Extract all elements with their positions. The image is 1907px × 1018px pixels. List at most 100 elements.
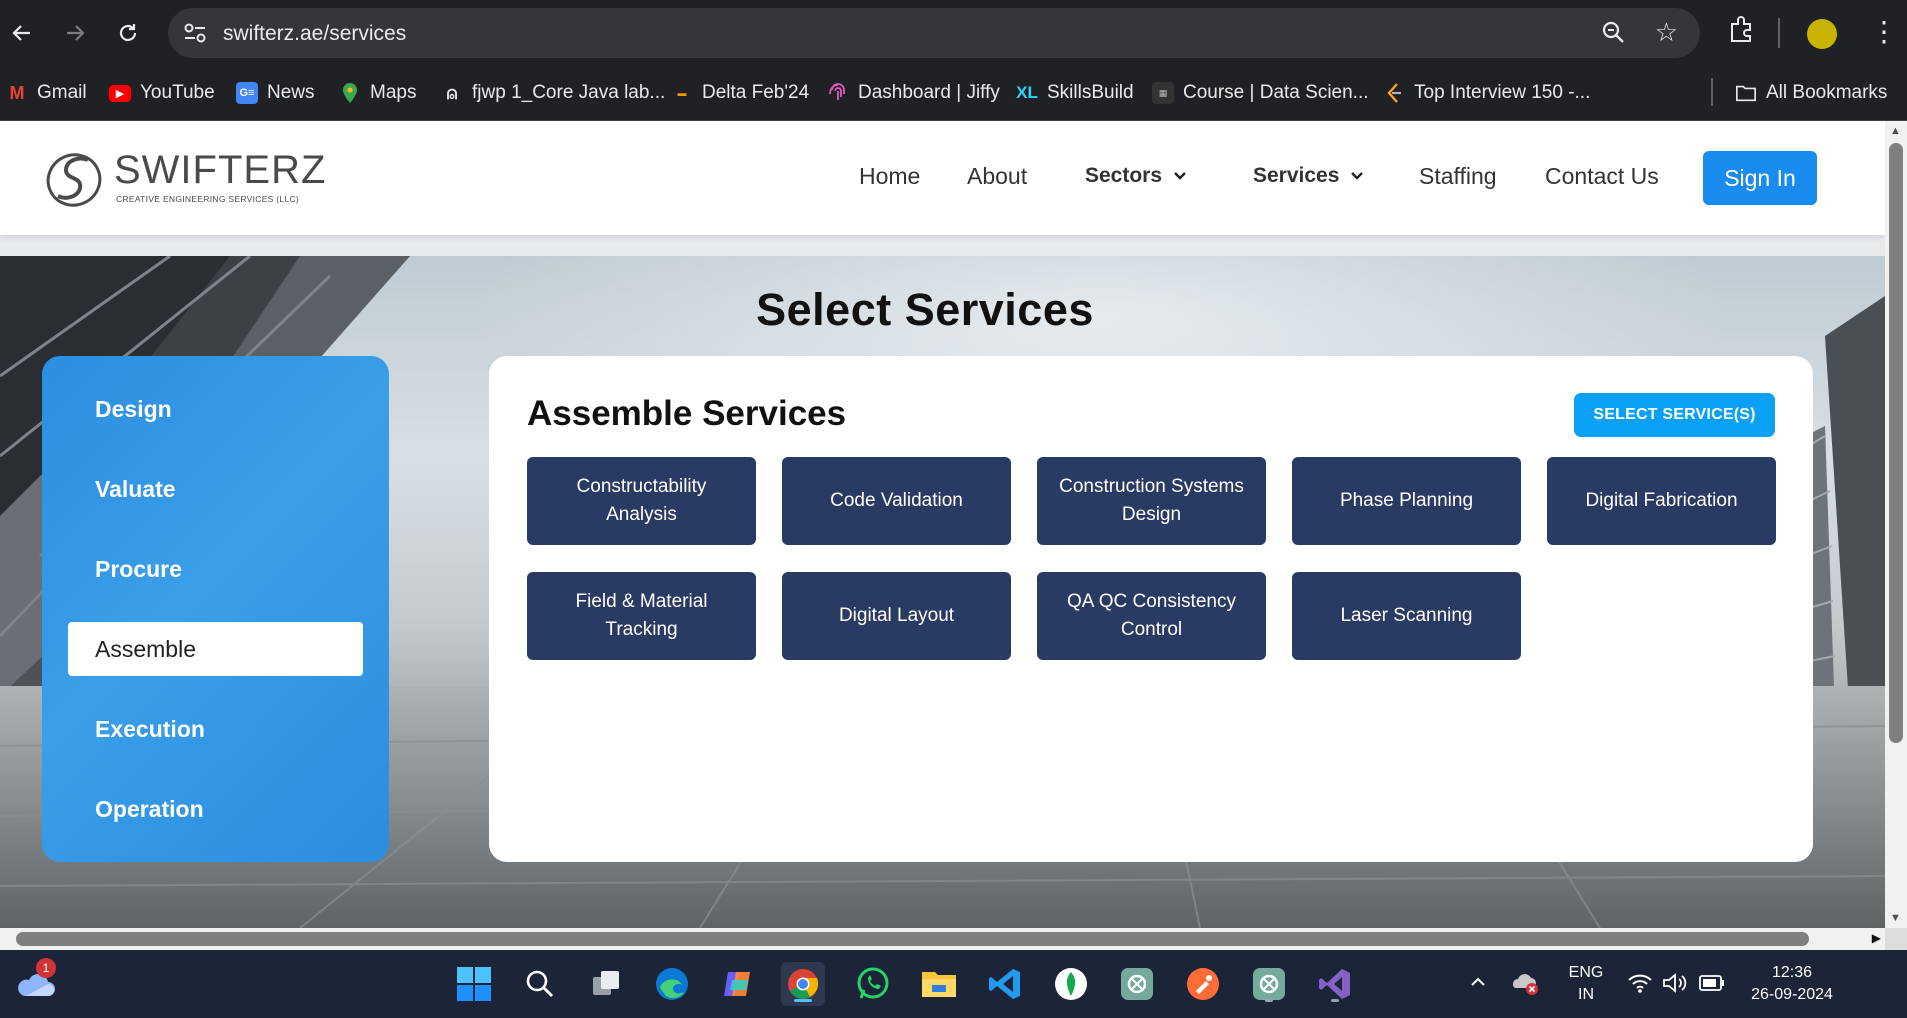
- wifi-icon: [1628, 974, 1652, 993]
- taskbar-chatgpt-1[interactable]: [1115, 962, 1159, 1006]
- services-hero: Select Services Design Valuate Procure A…: [0, 256, 1885, 928]
- start-button[interactable]: [452, 962, 496, 1006]
- volume-control[interactable]: [1662, 972, 1688, 999]
- all-bookmarks-button[interactable]: All Bookmarks: [1735, 78, 1887, 108]
- service-laser-scanning[interactable]: Laser Scanning: [1292, 572, 1521, 660]
- service-qa-qc-consistency-control[interactable]: QA QC Consistency Control: [1037, 572, 1266, 660]
- bookmark-youtube[interactable]: ▶ YouTube: [109, 78, 215, 108]
- system-clock[interactable]: 12:36 26-09-2024: [1742, 962, 1842, 1006]
- nav-home[interactable]: Home: [859, 163, 920, 190]
- horizontal-scrollbar[interactable]: ▶: [0, 928, 1885, 950]
- vertical-scroll-thumb[interactable]: [1889, 143, 1903, 743]
- scrollbar-corner: [1885, 928, 1907, 950]
- back-button[interactable]: [2, 13, 42, 53]
- extensions-icon[interactable]: [1727, 14, 1757, 44]
- nav-services-dropdown[interactable]: Services: [1253, 164, 1365, 188]
- bookmark-leetcode[interactable]: Top Interview 150 -...: [1383, 78, 1590, 108]
- bookmark-news[interactable]: G≡ News: [236, 78, 315, 108]
- bookmark-core-java[interactable]: ⍝ fjwp 1_Core Java lab...: [441, 78, 666, 108]
- forward-arrow-icon: [67, 25, 85, 41]
- zoom-icon[interactable]: [1600, 19, 1628, 47]
- category-operation[interactable]: Operation: [68, 782, 363, 836]
- search-icon: [526, 970, 554, 998]
- service-phase-planning[interactable]: Phase Planning: [1292, 457, 1521, 545]
- category-execution[interactable]: Execution: [68, 702, 363, 756]
- site-settings-icon[interactable]: [182, 21, 208, 45]
- skillsbuild-icon: XL: [1016, 83, 1038, 102]
- taskbar-postman[interactable]: [1181, 962, 1225, 1006]
- nav-staffing[interactable]: Staffing: [1419, 163, 1497, 190]
- notification-badge: 1: [36, 958, 56, 978]
- category-procure[interactable]: Procure: [68, 542, 363, 596]
- bookmark-delta[interactable]: ▬ Delta Feb'24: [671, 78, 810, 108]
- language-indicator[interactable]: ENG IN: [1566, 962, 1606, 1006]
- taskbar-search[interactable]: [518, 962, 562, 1006]
- whatsapp-icon: [857, 967, 889, 999]
- category-design[interactable]: Design: [68, 382, 363, 436]
- scroll-right-icon[interactable]: ▶: [1872, 931, 1881, 945]
- chatgpt-icon: [1121, 968, 1153, 1000]
- bookmark-label: Course | Data Scien...: [1183, 82, 1369, 103]
- vertical-scrollbar[interactable]: ▲ ▼: [1885, 121, 1907, 928]
- reload-button[interactable]: [108, 13, 148, 53]
- taskbar-file-explorer[interactable]: [917, 962, 961, 1006]
- bookmark-jiffy[interactable]: Dashboard | Jiffy: [827, 78, 1000, 108]
- nav-contact[interactable]: Contact Us: [1545, 163, 1659, 190]
- forward-button[interactable]: [55, 13, 95, 53]
- service-field-material-tracking[interactable]: Field & Material Tracking: [527, 572, 756, 660]
- scroll-up-icon[interactable]: ▲: [1890, 125, 1901, 137]
- taskbar-edge[interactable]: [650, 962, 694, 1006]
- battery-icon: [1699, 975, 1724, 991]
- category-sidebar: Design Valuate Procure Assemble Executio…: [42, 356, 389, 862]
- nav-staffing-label: Staffing: [1419, 163, 1497, 189]
- show-hidden-icons-button[interactable]: [1468, 972, 1488, 997]
- category-valuate[interactable]: Valuate: [68, 462, 363, 516]
- sign-in-button[interactable]: Sign In: [1703, 151, 1817, 205]
- bookmark-gmail[interactable]: M Gmail: [6, 78, 87, 108]
- logo-tagline: CREATIVE ENGINEERING SERVICES (LLC): [116, 194, 300, 204]
- service-code-validation[interactable]: Code Validation: [782, 457, 1011, 545]
- battery-status[interactable]: [1699, 974, 1725, 997]
- back-arrow-icon: [12, 25, 30, 41]
- nav-contact-label: Contact Us: [1545, 163, 1659, 189]
- taskbar-copilot[interactable]: [716, 962, 760, 1006]
- taskbar-chatgpt-2[interactable]: [1247, 962, 1291, 1006]
- speaker-icon: [1663, 973, 1687, 993]
- taskbar-whatsapp[interactable]: [851, 962, 895, 1006]
- bookmark-star-icon[interactable]: ☆: [1655, 17, 1678, 47]
- bookmark-skillsbuild[interactable]: XL SkillsBuild: [1016, 78, 1134, 108]
- services-card: Assemble Services SELECT SERVICE(S) Cons…: [489, 356, 1813, 862]
- nav-about[interactable]: About: [967, 163, 1027, 190]
- taskbar-vscode[interactable]: [983, 962, 1027, 1006]
- region-code: IN: [1578, 986, 1594, 1003]
- taskbar-mongodb[interactable]: [1049, 962, 1093, 1006]
- category-assemble[interactable]: Assemble: [68, 622, 363, 676]
- taskbar-chrome[interactable]: [781, 962, 825, 1006]
- horizontal-scroll-thumb[interactable]: [16, 932, 1809, 946]
- service-constructability-analysis[interactable]: Constructability Analysis: [527, 457, 756, 545]
- postman-icon: [1187, 968, 1219, 1000]
- page-viewport: SWIFTERZ CREATIVE ENGINEERING SERVICES (…: [0, 121, 1885, 928]
- taskbar-visual-studio[interactable]: [1313, 962, 1357, 1006]
- nav-sectors-dropdown[interactable]: Sectors: [1085, 164, 1188, 188]
- service-construction-systems-design[interactable]: Construction Systems Design: [1037, 457, 1266, 545]
- bookmark-course[interactable]: ▦ Course | Data Scien...: [1152, 78, 1369, 108]
- bookmark-maps[interactable]: Maps: [339, 78, 416, 108]
- service-digital-fabrication[interactable]: Digital Fabrication: [1547, 457, 1776, 545]
- bookmark-label: SkillsBuild: [1047, 82, 1134, 103]
- nav-services-label: Services: [1253, 164, 1340, 187]
- site-logo[interactable]: SWIFTERZ CREATIVE ENGINEERING SERVICES (…: [44, 148, 325, 212]
- scroll-down-icon[interactable]: ▼: [1890, 912, 1901, 924]
- url-text[interactable]: swifterz.ae/services: [223, 22, 406, 46]
- active-indicator: [794, 999, 812, 1002]
- network-status[interactable]: [1627, 972, 1653, 999]
- service-digital-layout[interactable]: Digital Layout: [782, 572, 1011, 660]
- task-view-button[interactable]: [584, 962, 628, 1006]
- onedrive-status[interactable]: [1510, 970, 1540, 1001]
- address-bar[interactable]: swifterz.ae/services ☆: [168, 8, 1700, 58]
- profile-avatar[interactable]: [1807, 19, 1837, 49]
- chevron-up-icon: [1471, 977, 1485, 986]
- bookmarks-divider: [1711, 78, 1713, 106]
- select-services-button[interactable]: SELECT SERVICE(S): [1574, 393, 1775, 437]
- browser-menu-icon[interactable]: ⋮: [1870, 16, 1898, 48]
